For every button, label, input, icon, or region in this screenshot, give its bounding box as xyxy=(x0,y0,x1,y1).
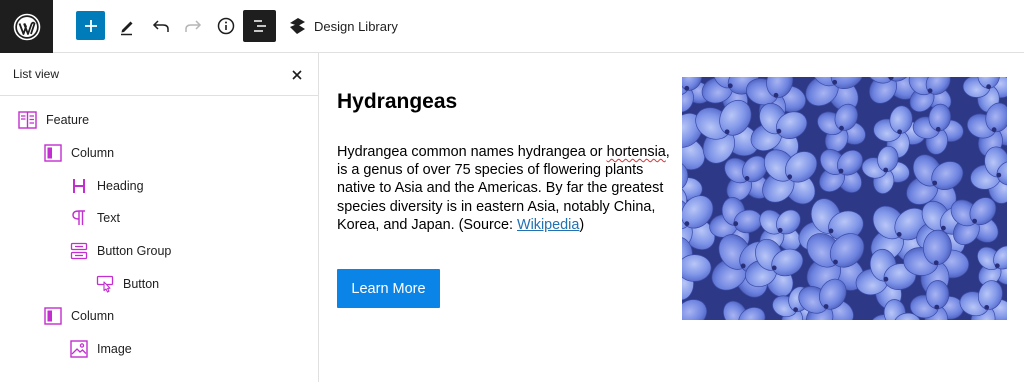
paragraph-icon xyxy=(72,210,85,225)
list-item-button[interactable]: Button xyxy=(96,271,159,297)
flower-center-shape xyxy=(776,128,782,134)
list-item-label: Feature xyxy=(46,113,90,127)
list-item-label: Button xyxy=(123,277,160,291)
list-item-feature[interactable]: Feature xyxy=(18,107,89,133)
flower-center-shape xyxy=(744,176,750,181)
design-library-button[interactable]: Design Library xyxy=(289,14,398,38)
feature-text-part: Hydrangea common names hydrangea or xyxy=(337,144,607,160)
list-item-label: Heading xyxy=(97,179,144,193)
list-view-toggle-button[interactable] xyxy=(243,10,276,42)
flower-center-shape xyxy=(823,304,829,309)
flower-center-shape xyxy=(991,127,997,133)
flower-center-shape xyxy=(727,83,733,89)
tools-button[interactable] xyxy=(111,10,143,42)
flower-center-shape xyxy=(972,218,977,224)
redo-button[interactable] xyxy=(177,10,209,42)
flower-center-shape xyxy=(777,227,783,233)
list-item-label: Image xyxy=(97,342,132,356)
feature-text[interactable]: Hydrangea common names hydrangea or hort… xyxy=(337,143,672,234)
flower-center-shape xyxy=(828,228,834,234)
list-item-label: Button Group xyxy=(97,244,172,258)
list-view-title: List view xyxy=(13,67,60,81)
editor-toolbar: Design Library xyxy=(0,0,1024,53)
list-item-label: Column xyxy=(71,146,115,160)
design-library-label: Design Library xyxy=(314,18,398,34)
list-item-column[interactable]: Column xyxy=(44,303,114,329)
add-block-button[interactable] xyxy=(76,11,105,40)
flower-center-shape xyxy=(773,92,779,98)
wordpress-logo-button[interactable] xyxy=(0,0,53,53)
undo-icon xyxy=(152,20,169,32)
flower-center-shape xyxy=(684,221,690,227)
flower-center-shape xyxy=(833,259,838,265)
column-icon xyxy=(44,144,62,162)
pencil-icon xyxy=(121,21,133,36)
flower-center-shape xyxy=(934,304,940,310)
flower-center-shape xyxy=(793,307,798,313)
list-view-icon xyxy=(253,20,266,32)
image-icon xyxy=(70,340,88,358)
redo-icon xyxy=(185,20,202,32)
flower-center-shape xyxy=(994,263,1000,269)
flower-center-shape xyxy=(787,174,793,180)
hydrangea-photo xyxy=(682,77,1007,320)
learn-more-button[interactable]: Learn More xyxy=(337,269,440,308)
flower-center-shape xyxy=(832,79,838,85)
flower-center-shape xyxy=(984,305,990,310)
flower-center-shape xyxy=(740,263,746,269)
editor-canvas: Hydrangeas Hydrangea common names hydran… xyxy=(320,53,1024,382)
flower-center-shape xyxy=(838,168,844,174)
flower-center-shape xyxy=(986,84,991,90)
list-view-header: List view xyxy=(0,53,318,96)
close-icon xyxy=(292,70,302,80)
flower-center-shape xyxy=(771,265,777,271)
list-item-heading[interactable]: Heading xyxy=(70,173,144,199)
list-item-image[interactable]: Image xyxy=(70,336,132,362)
flower-center-shape xyxy=(933,260,939,266)
stackable-logo-icon xyxy=(290,18,305,34)
column-icon xyxy=(44,307,62,325)
list-view-panel: List view Feature Column Heading Text Bu… xyxy=(0,53,319,382)
flower-center-shape xyxy=(839,125,844,131)
button-icon xyxy=(96,275,114,293)
flower-center-shape xyxy=(897,129,902,135)
flower-center-shape xyxy=(724,129,730,135)
flower-center-shape xyxy=(896,232,902,237)
feature-text-part: ) xyxy=(579,216,585,233)
info-icon xyxy=(217,17,235,35)
hydrangea-image[interactable] xyxy=(682,77,1007,320)
wikipedia-link[interactable]: Wikipedia xyxy=(517,217,579,233)
undo-button[interactable] xyxy=(145,10,177,42)
button-group-icon xyxy=(70,242,88,260)
list-item-button-group[interactable]: Button Group xyxy=(70,238,171,264)
heading-icon xyxy=(73,179,85,193)
flower-center-shape xyxy=(883,167,889,173)
list-item-text[interactable]: Text xyxy=(70,205,120,231)
details-button[interactable] xyxy=(210,10,242,42)
flower-center-shape xyxy=(932,180,938,186)
flower-center-shape xyxy=(927,88,933,94)
close-list-view-button[interactable] xyxy=(286,64,308,86)
feature-heading[interactable]: Hydrangeas xyxy=(337,90,457,114)
list-item-column[interactable]: Column xyxy=(44,140,114,166)
list-item-label: Text xyxy=(97,211,120,225)
flower-center-shape xyxy=(996,172,1002,178)
flower-center-shape xyxy=(733,221,739,227)
spellcheck-word: hortensia xyxy=(606,144,666,160)
flower-center-shape xyxy=(941,225,946,231)
flower-center-shape xyxy=(883,276,889,282)
plus-icon xyxy=(84,19,97,32)
feature-icon xyxy=(18,111,37,129)
list-item-label: Column xyxy=(71,309,115,323)
flower-center-shape xyxy=(935,126,941,132)
wordpress-icon xyxy=(13,13,40,40)
flower-center-shape xyxy=(684,85,690,91)
